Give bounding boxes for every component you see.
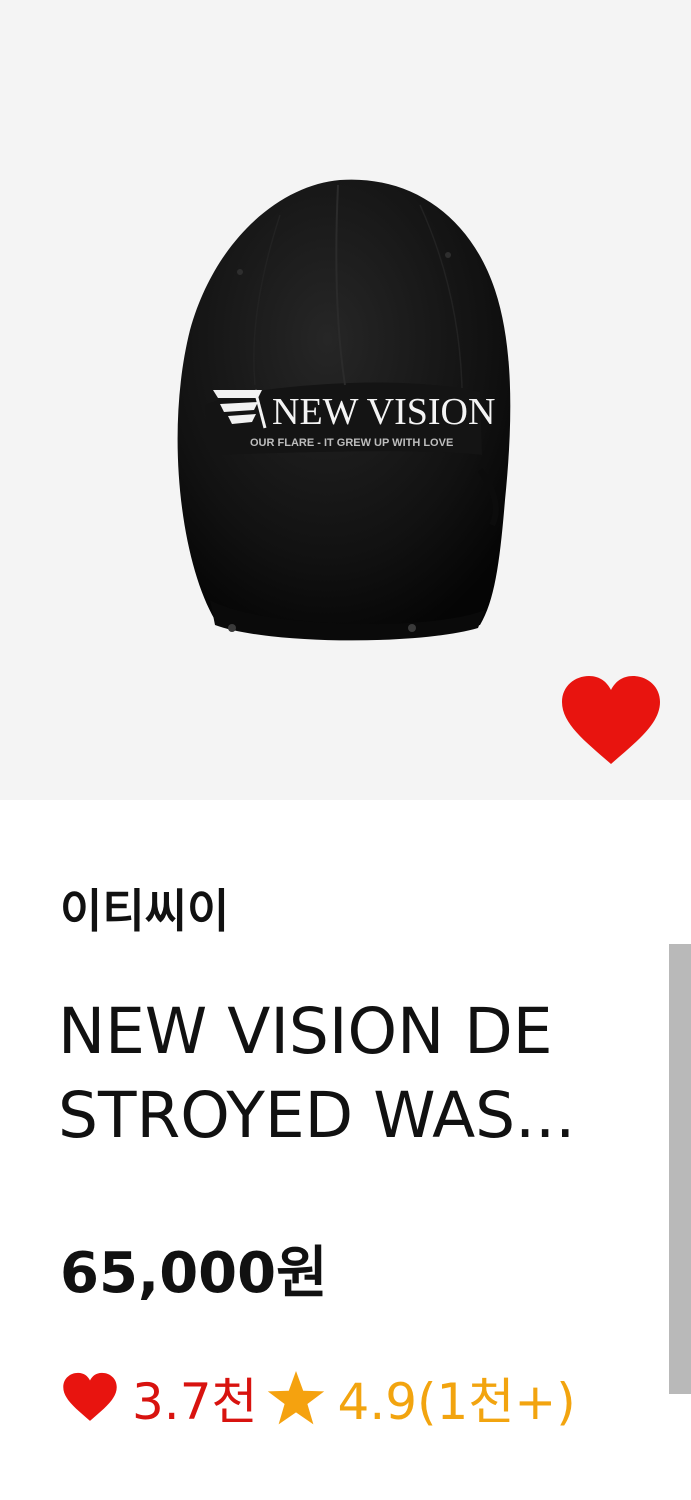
- rating-value: 4.9(1천+): [337, 1373, 576, 1431]
- product-title-line: STROYED WAS...: [58, 1079, 576, 1152]
- favorite-button[interactable]: [556, 672, 666, 772]
- cap-subtext: OUR FLARE - IT GREW UP WITH LOVE: [250, 437, 453, 449]
- star-icon: [267, 1371, 324, 1425]
- product-stats: 3.7천 4.9(1천+): [60, 1363, 576, 1433]
- heart-icon: [63, 1372, 117, 1421]
- product-price: 65,000원: [60, 1241, 328, 1306]
- product-card[interactable]: NEW VISION OUR FLARE - IT GREW UP WITH L…: [0, 0, 691, 1500]
- heart-icon: [562, 676, 660, 764]
- product-image[interactable]: NEW VISION OUR FLARE - IT GREW UP WITH L…: [0, 0, 691, 800]
- cap-logo-text: NEW VISION: [272, 391, 495, 433]
- brand-name[interactable]: 이티씨이: [60, 875, 229, 941]
- likes-count: 3.7천: [132, 1373, 258, 1431]
- scrollbar-thumb[interactable]: [669, 944, 691, 1394]
- product-title-line: NEW VISION DE: [58, 995, 553, 1068]
- product-title[interactable]: NEW VISION DE STROYED WAS...: [58, 990, 638, 1158]
